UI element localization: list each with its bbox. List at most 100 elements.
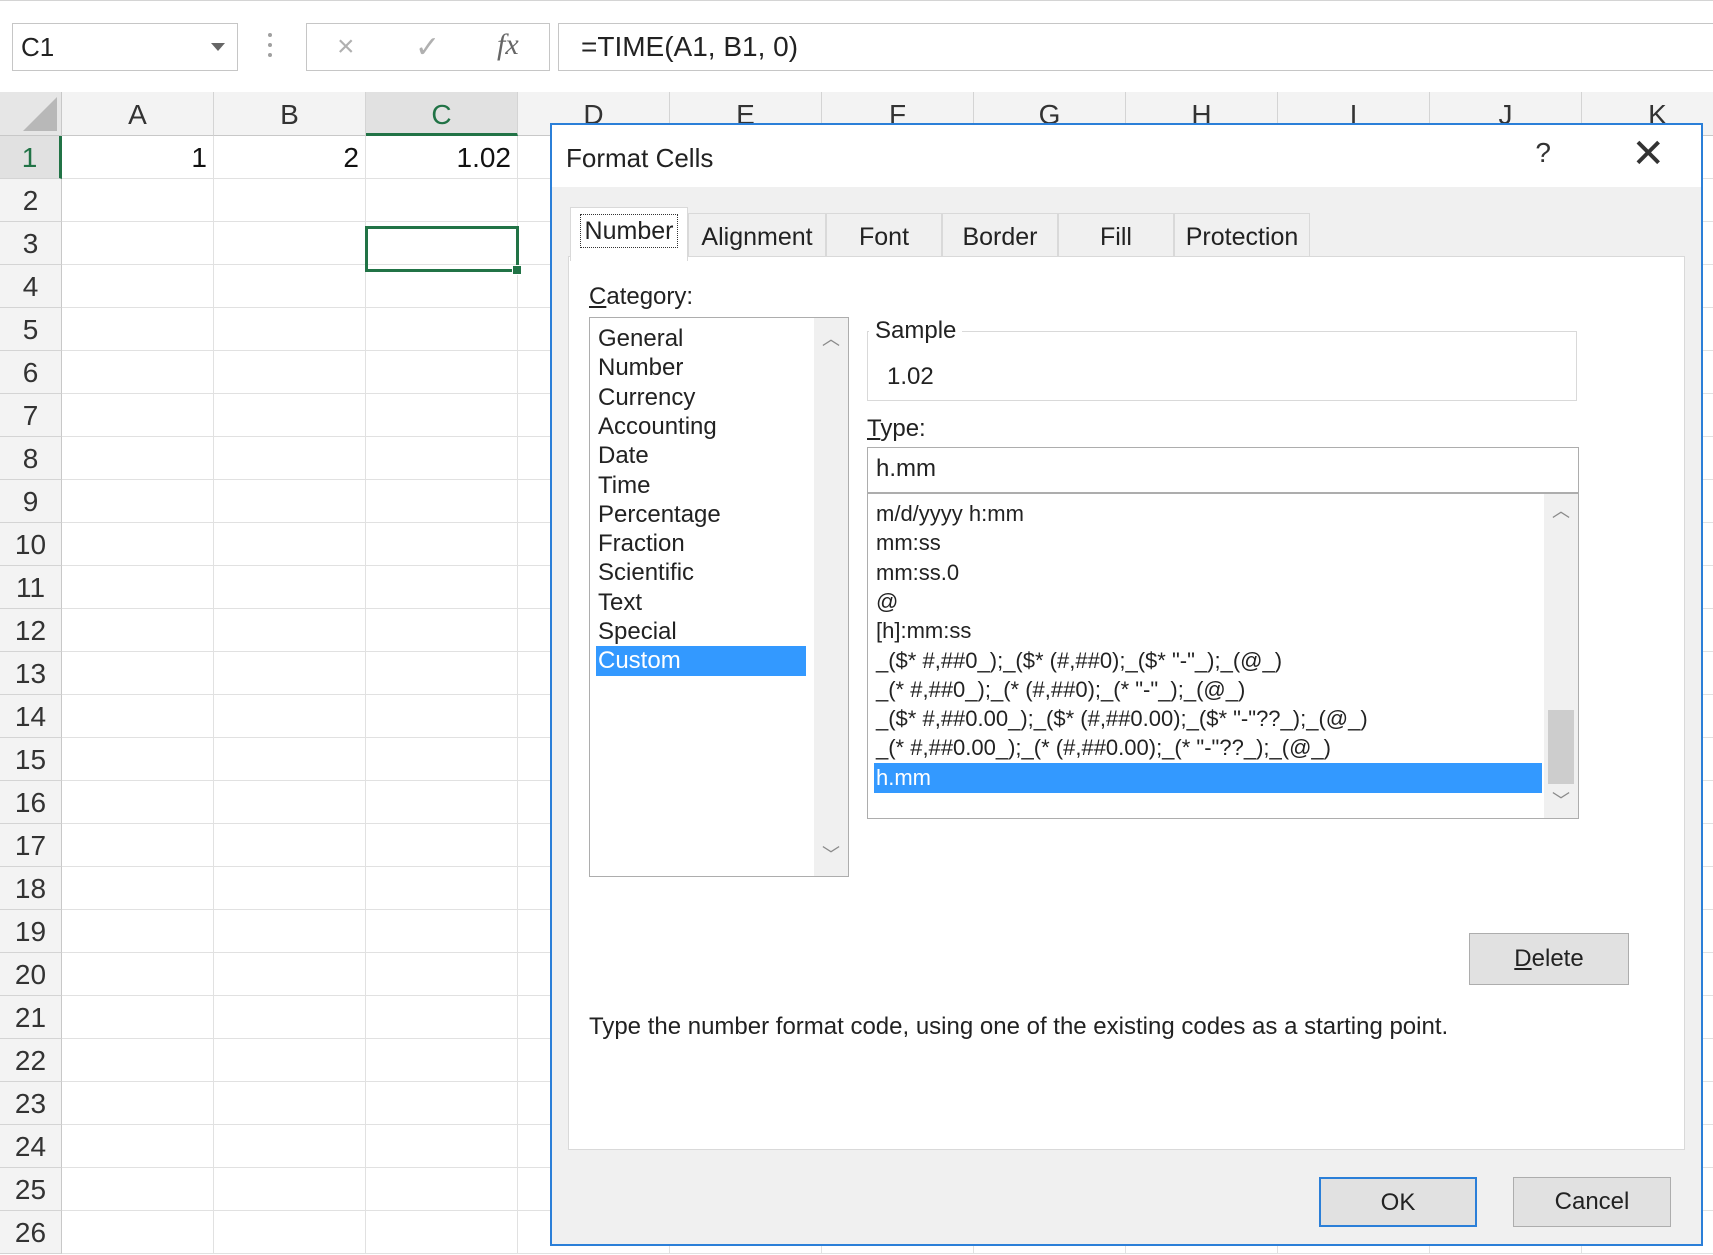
cell-b8[interactable] <box>214 437 366 480</box>
cancel-button[interactable]: Cancel <box>1513 1177 1671 1227</box>
cell-a18[interactable] <box>62 867 214 910</box>
cell-b3[interactable] <box>214 222 366 265</box>
category-item-custom[interactable]: Custom <box>596 646 806 677</box>
cell-c23[interactable] <box>366 1082 518 1125</box>
cell-a10[interactable] <box>62 523 214 566</box>
row-header-25[interactable]: 25 <box>0 1168 62 1211</box>
cell-a22[interactable] <box>62 1039 214 1082</box>
cell-b11[interactable] <box>214 566 366 609</box>
cell-a1[interactable]: 1 <box>62 136 214 179</box>
delete-button[interactable]: Delete <box>1469 933 1629 985</box>
chevron-down-icon[interactable] <box>211 43 225 51</box>
row-header-16[interactable]: 16 <box>0 781 62 824</box>
tab-alignment[interactable]: Alignment <box>688 213 826 259</box>
cell-a6[interactable] <box>62 351 214 394</box>
row-header-17[interactable]: 17 <box>0 824 62 867</box>
cell-a8[interactable] <box>62 437 214 480</box>
row-header-19[interactable]: 19 <box>0 910 62 953</box>
type-list-item[interactable]: [h]:mm:ss <box>874 616 1542 646</box>
type-list[interactable]: ︿ ﹀ m/d/yyyy h:mm mm:ss mm:ss.0 @ [h]:mm:ss _… <box>867 493 1579 819</box>
cell-c1[interactable]: 1.02 <box>366 136 518 179</box>
row-header-21[interactable]: 21 <box>0 996 62 1039</box>
cell-a11[interactable] <box>62 566 214 609</box>
type-list-item[interactable]: @ <box>874 587 1542 617</box>
cell-c14[interactable] <box>366 695 518 738</box>
cell-b19[interactable] <box>214 910 366 953</box>
cell-a7[interactable] <box>62 394 214 437</box>
category-item-number[interactable]: Number <box>596 353 798 383</box>
cell-a23[interactable] <box>62 1082 214 1125</box>
cell-c19[interactable] <box>366 910 518 953</box>
type-list-item[interactable]: m/d/yyyy h:mm <box>874 499 1542 529</box>
cell-c26[interactable] <box>366 1211 518 1254</box>
cell-b22[interactable] <box>214 1039 366 1082</box>
name-box[interactable]: C1 <box>12 23 238 71</box>
type-list-item[interactable]: _(* #,##0.00_);_(* (#,##0.00);_(* "-"??_… <box>874 733 1542 763</box>
cell-b21[interactable] <box>214 996 366 1039</box>
cell-b1[interactable]: 2 <box>214 136 366 179</box>
cell-c10[interactable] <box>366 523 518 566</box>
row-header-8[interactable]: 8 <box>0 437 62 480</box>
cell-b7[interactable] <box>214 394 366 437</box>
category-scrollbar[interactable]: ︿ ﹀ <box>814 318 848 876</box>
cell-a17[interactable] <box>62 824 214 867</box>
cell-b15[interactable] <box>214 738 366 781</box>
row-header-4[interactable]: 4 <box>0 265 62 308</box>
category-item-percentage[interactable]: Percentage <box>596 500 798 530</box>
cell-c22[interactable] <box>366 1039 518 1082</box>
cell-a9[interactable] <box>62 480 214 523</box>
dialog-titlebar[interactable]: Format Cells ? ✕ <box>552 125 1701 187</box>
cell-c8[interactable] <box>366 437 518 480</box>
row-header-18[interactable]: 18 <box>0 867 62 910</box>
category-item-currency[interactable]: Currency <box>596 383 798 413</box>
type-list-item[interactable]: _($* #,##0.00_);_($* (#,##0.00);_($* "-"… <box>874 704 1542 734</box>
cell-c20[interactable] <box>366 953 518 996</box>
row-header-14[interactable]: 14 <box>0 695 62 738</box>
type-list-item[interactable]: mm:ss <box>874 528 1542 558</box>
cell-b4[interactable] <box>214 265 366 308</box>
cell-b13[interactable] <box>214 652 366 695</box>
cell-a3[interactable] <box>62 222 214 265</box>
type-list-item[interactable]: h.mm <box>874 762 1542 793</box>
cell-a26[interactable] <box>62 1211 214 1254</box>
cell-a16[interactable] <box>62 781 214 824</box>
row-header-5[interactable]: 5 <box>0 308 62 351</box>
cell-c24[interactable] <box>366 1125 518 1168</box>
row-header-11[interactable]: 11 <box>0 566 62 609</box>
category-item-text[interactable]: Text <box>596 588 798 618</box>
row-header-10[interactable]: 10 <box>0 523 62 566</box>
tab-border[interactable]: Border <box>942 213 1058 259</box>
cell-b6[interactable] <box>214 351 366 394</box>
cell-b16[interactable] <box>214 781 366 824</box>
column-header-c[interactable]: C <box>366 92 518 136</box>
row-header-3[interactable]: 3 <box>0 222 62 265</box>
column-header-a[interactable]: A <box>62 92 214 136</box>
help-icon[interactable]: ? <box>1535 137 1551 169</box>
cell-a19[interactable] <box>62 910 214 953</box>
cell-c13[interactable] <box>366 652 518 695</box>
row-header-24[interactable]: 24 <box>0 1125 62 1168</box>
cell-a5[interactable] <box>62 308 214 351</box>
insert-function-icon[interactable]: fx <box>497 28 519 62</box>
row-header-22[interactable]: 22 <box>0 1039 62 1082</box>
close-icon[interactable]: ✕ <box>1631 131 1665 177</box>
category-item-special[interactable]: Special <box>596 617 798 647</box>
tab-font[interactable]: Font <box>826 213 942 259</box>
cell-b10[interactable] <box>214 523 366 566</box>
cell-a15[interactable] <box>62 738 214 781</box>
cell-c6[interactable] <box>366 351 518 394</box>
scroll-up-icon[interactable]: ︿ <box>1544 496 1578 526</box>
cancel-icon[interactable]: × <box>337 30 355 64</box>
cell-a2[interactable] <box>62 179 214 222</box>
scroll-up-icon[interactable]: ︿ <box>814 324 848 354</box>
cell-c25[interactable] <box>366 1168 518 1211</box>
row-header-20[interactable]: 20 <box>0 953 62 996</box>
cell-c15[interactable] <box>366 738 518 781</box>
row-header-9[interactable]: 9 <box>0 480 62 523</box>
drag-handle-icon[interactable] <box>268 33 272 61</box>
type-list-scrollbar[interactable]: ︿ ﹀ <box>1544 494 1578 818</box>
cell-a21[interactable] <box>62 996 214 1039</box>
cell-c5[interactable] <box>366 308 518 351</box>
category-item-general[interactable]: General <box>596 324 798 354</box>
cell-b5[interactable] <box>214 308 366 351</box>
